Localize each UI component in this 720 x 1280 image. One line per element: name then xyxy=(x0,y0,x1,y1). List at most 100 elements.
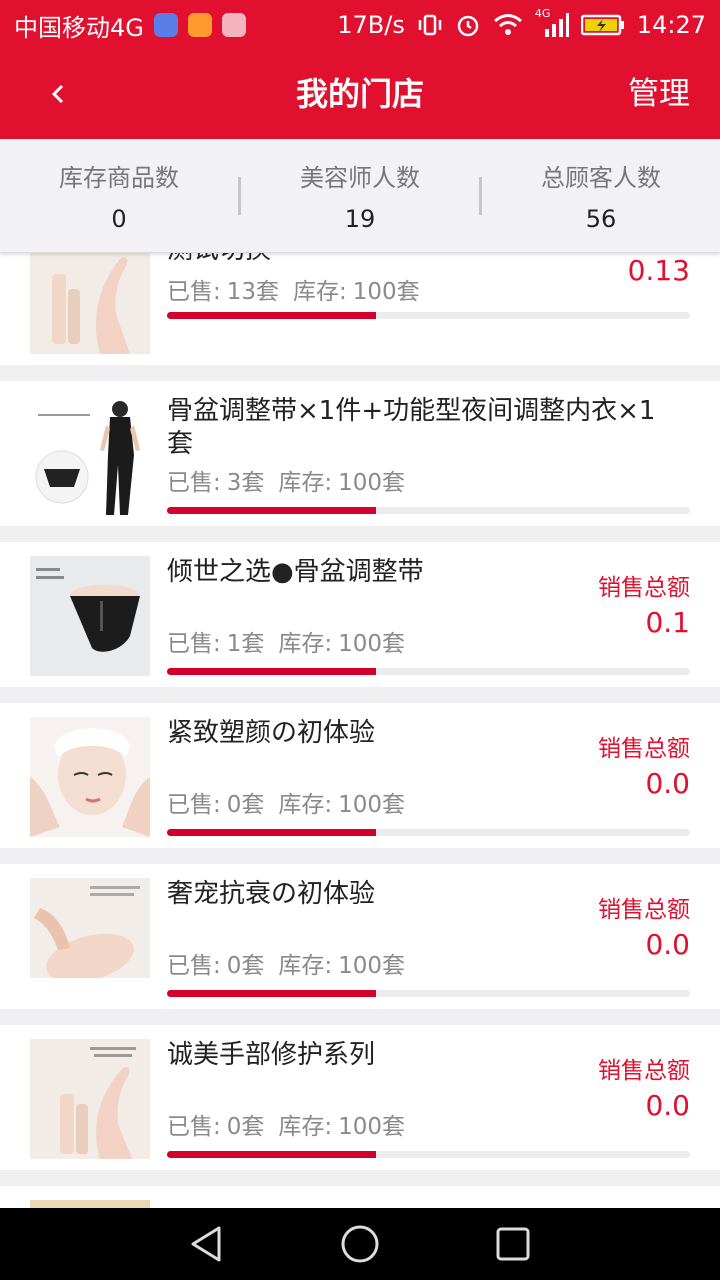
stat-customer-count: 总顾客人数 56 xyxy=(482,158,720,233)
sales-total-value: 0.0 xyxy=(645,767,690,800)
sold-label: 已售: xyxy=(167,1114,221,1140)
stock-progress-bar xyxy=(167,1151,690,1158)
stock-label: 库存: xyxy=(278,631,333,657)
stock-count: 100套 xyxy=(338,631,406,657)
sold-label: 已售: xyxy=(167,470,221,496)
circle-home-icon xyxy=(341,1225,379,1263)
stat-inventory-count: 库存商品数 0 xyxy=(0,158,238,233)
page-title: 我的门店 xyxy=(295,75,424,113)
sales-total-value: 0.13 xyxy=(627,254,690,287)
product-card[interactable]: 紧致塑颜の初体验 已售: 0套 库存: 100套 销售总额 0.0 xyxy=(0,703,720,848)
sales-total-label: 销售总额 xyxy=(598,575,690,601)
sales-total-value: 0.0 xyxy=(645,1089,690,1122)
product-name: 诚美手部修护系列 xyxy=(167,1040,376,1070)
product-card[interactable]: 骨盆调整带×1件+功能型夜间调整内衣×1套 已售: 3套 库存: 100套 xyxy=(0,381,720,526)
sold-count: 0套 xyxy=(226,1114,265,1140)
sold-count: 0套 xyxy=(226,953,265,979)
product-meta: 已售: 0套 库存: 100套 xyxy=(167,1107,405,1141)
product-thumbnail xyxy=(30,395,150,515)
clock: 14:27 xyxy=(636,11,706,39)
progress-fill xyxy=(167,990,377,997)
product-meta: 已售: 13套 库存: 100套 xyxy=(167,272,420,306)
sold-label: 已售: xyxy=(167,631,221,657)
stat-value: 19 xyxy=(344,205,376,233)
carrier-label: 中国移动4G xyxy=(14,13,144,42)
stock-label: 库存: xyxy=(278,470,333,496)
stock-progress-bar xyxy=(167,829,690,836)
wifi-icon xyxy=(493,12,523,38)
notification-app-icon xyxy=(221,13,246,37)
sold-count: 1套 xyxy=(226,631,265,657)
stock-count: 100套 xyxy=(338,953,406,979)
product-meta: 已售: 0套 库存: 100套 xyxy=(167,785,405,819)
product-name: 骨盆调整带×1件+功能型夜间调整内衣×1套 xyxy=(167,396,656,459)
product-thumbnail xyxy=(30,1039,150,1159)
shopping-app-icon xyxy=(187,13,212,37)
product-thumbnail xyxy=(30,878,150,998)
nav-back-button[interactable] xyxy=(177,1214,237,1274)
vibrate-icon xyxy=(417,12,443,38)
stock-count: 100套 xyxy=(338,470,406,496)
stat-value: 0 xyxy=(111,205,127,233)
product-thumbnail xyxy=(30,1200,150,1208)
product-meta: 已售: 1套 库存: 100套 xyxy=(167,624,405,658)
sales-total-label: 销售总额 xyxy=(598,897,690,923)
product-name: 奢宠抗衰の初体验 xyxy=(167,879,376,909)
stat-beautician-count: 美容师人数 19 xyxy=(241,158,479,233)
manage-button[interactable]: 管理 xyxy=(628,50,690,139)
store-stats: 库存商品数 0 美容师人数 19 总顾客人数 56 xyxy=(0,139,720,253)
stat-label: 库存商品数 xyxy=(59,164,179,192)
product-meta: 已售: 0套 库存: 100套 xyxy=(167,946,405,980)
product-card[interactable]: 奢宠抗衰の初体验 已售: 0套 库存: 100套 销售总额 0.0 xyxy=(0,864,720,1009)
progress-fill xyxy=(167,312,377,319)
product-meta: 已售: 3套 库存: 100套 xyxy=(167,463,405,497)
product-card[interactable]: 倾世之选●骨盆调整带 已售: 1套 库存: 100套 销售总额 0.1 xyxy=(0,542,720,687)
stock-progress-bar xyxy=(167,312,690,319)
nav-home-button[interactable] xyxy=(330,1214,390,1274)
stock-label: 库存: xyxy=(278,1114,333,1140)
stock-count: 100套 xyxy=(352,279,420,305)
progress-fill xyxy=(167,507,377,514)
stat-value: 56 xyxy=(585,205,617,233)
sold-label: 已售: xyxy=(167,792,221,818)
network-speed: 17B/s xyxy=(337,11,405,39)
triangle-back-icon xyxy=(191,1226,221,1262)
message-app-icon xyxy=(153,13,178,37)
progress-fill xyxy=(167,668,377,675)
stock-count: 100套 xyxy=(338,792,406,818)
stock-progress-bar xyxy=(167,507,690,514)
sold-label: 已售: xyxy=(167,953,221,979)
product-thumbnail xyxy=(30,253,150,354)
stat-label: 美容师人数 xyxy=(300,164,420,192)
product-name: 紧致塑颜の初体验 xyxy=(167,718,376,748)
stock-progress-bar xyxy=(167,668,690,675)
sold-label: 已售: xyxy=(167,279,221,305)
product-card[interactable] xyxy=(0,1186,720,1208)
app-header: 我的门店 管理 xyxy=(0,50,720,139)
stock-label: 库存: xyxy=(293,279,347,305)
alarm-icon xyxy=(455,12,481,38)
cell-signal-icon: 4G xyxy=(535,7,569,39)
progress-fill xyxy=(167,829,377,836)
nav-recents-button[interactable] xyxy=(483,1214,543,1274)
sales-total-label: 销售总额 xyxy=(598,1058,690,1084)
product-thumbnail xyxy=(30,717,150,837)
product-list[interactable]: 测试切换 已售:13套库存:100套 销售总额 0.13 骨盆调整带×1件+功能… xyxy=(0,253,720,1208)
status-bar: 中国移动4G 17B/s 4G 14:27 xyxy=(0,0,720,50)
square-recents-icon xyxy=(496,1227,530,1261)
sales-total-value: 0.0 xyxy=(645,928,690,961)
sold-count: 13套 xyxy=(226,279,280,305)
stat-label: 总顾客人数 xyxy=(541,164,661,192)
sold-count: 3套 xyxy=(226,470,265,496)
product-thumbnail xyxy=(30,556,150,676)
sales-total-value: 0.1 xyxy=(645,606,690,639)
product-name: 倾世之选●骨盆调整带 xyxy=(167,557,424,587)
product-card[interactable]: 诚美手部修护系列 已售: 0套 库存: 100套 销售总额 0.0 xyxy=(0,1025,720,1170)
stock-label: 库存: xyxy=(278,792,333,818)
product-card[interactable]: 测试切换 已售:13套库存:100套 销售总额 0.13 xyxy=(0,253,720,365)
sold-count: 0套 xyxy=(226,792,265,818)
signal-tag: 4G xyxy=(534,7,551,20)
battery-icon xyxy=(580,13,625,37)
product-name: 测试切换 xyxy=(167,253,567,267)
system-nav-bar xyxy=(0,1208,720,1280)
